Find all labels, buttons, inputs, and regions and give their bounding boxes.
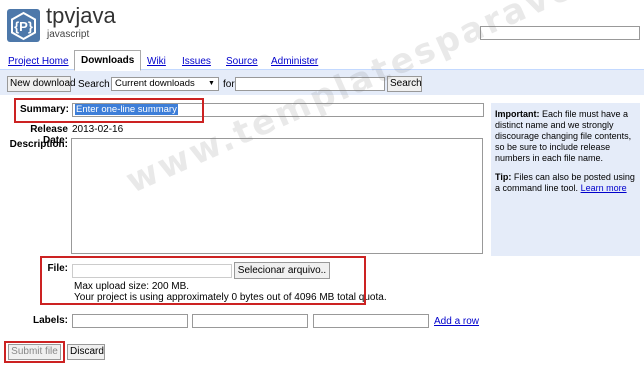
summary-highlight-box: [14, 98, 204, 123]
learn-more-link[interactable]: Learn more: [581, 183, 627, 193]
label-input-2[interactable]: [192, 314, 308, 328]
tab-wiki[interactable]: Wiki: [147, 54, 166, 69]
new-download-button[interactable]: New download: [7, 76, 76, 92]
tip-note: Tip: Files can also be posted using a co…: [495, 172, 636, 194]
description-textarea[interactable]: [71, 138, 483, 254]
tab-downloads[interactable]: Downloads: [74, 50, 142, 71]
chevron-down-icon: ▼: [208, 80, 215, 87]
description-label: Description:: [9, 139, 68, 150]
tab-administer[interactable]: Administer: [271, 54, 318, 69]
svg-text:{P}: {P}: [14, 19, 33, 34]
search-label: Search: [78, 79, 110, 90]
project-search-input[interactable]: [480, 26, 640, 40]
discard-button[interactable]: Discard: [67, 344, 105, 360]
search-scope-select[interactable]: Current downloads: [111, 77, 219, 91]
add-row-link[interactable]: Add a row: [434, 316, 479, 327]
search-query-input[interactable]: [235, 77, 385, 91]
file-highlight-box: [40, 256, 366, 305]
tab-source[interactable]: Source: [226, 54, 258, 69]
project-summary: javascript: [47, 29, 90, 40]
labels-label: Labels:: [32, 315, 68, 326]
release-date-value: 2013-02-16: [72, 124, 124, 135]
important-label: Important:: [495, 109, 540, 119]
label-input-1[interactable]: [72, 314, 188, 328]
search-button[interactable]: Search: [387, 76, 422, 92]
tip-label: Tip:: [495, 172, 512, 182]
project-name[interactable]: tpvjava: [46, 3, 116, 29]
for-label: for: [223, 79, 235, 90]
important-note: Important: Each file must have a distinc…: [495, 109, 636, 164]
label-input-3[interactable]: [313, 314, 429, 328]
tab-project-home[interactable]: Project Home: [8, 54, 69, 69]
submit-highlight-box: [4, 341, 65, 363]
upload-help-sidebar: Important: Each file must have a distinc…: [491, 103, 640, 256]
project-logo-icon: {P}: [7, 9, 40, 42]
tab-issues[interactable]: Issues: [182, 54, 211, 69]
